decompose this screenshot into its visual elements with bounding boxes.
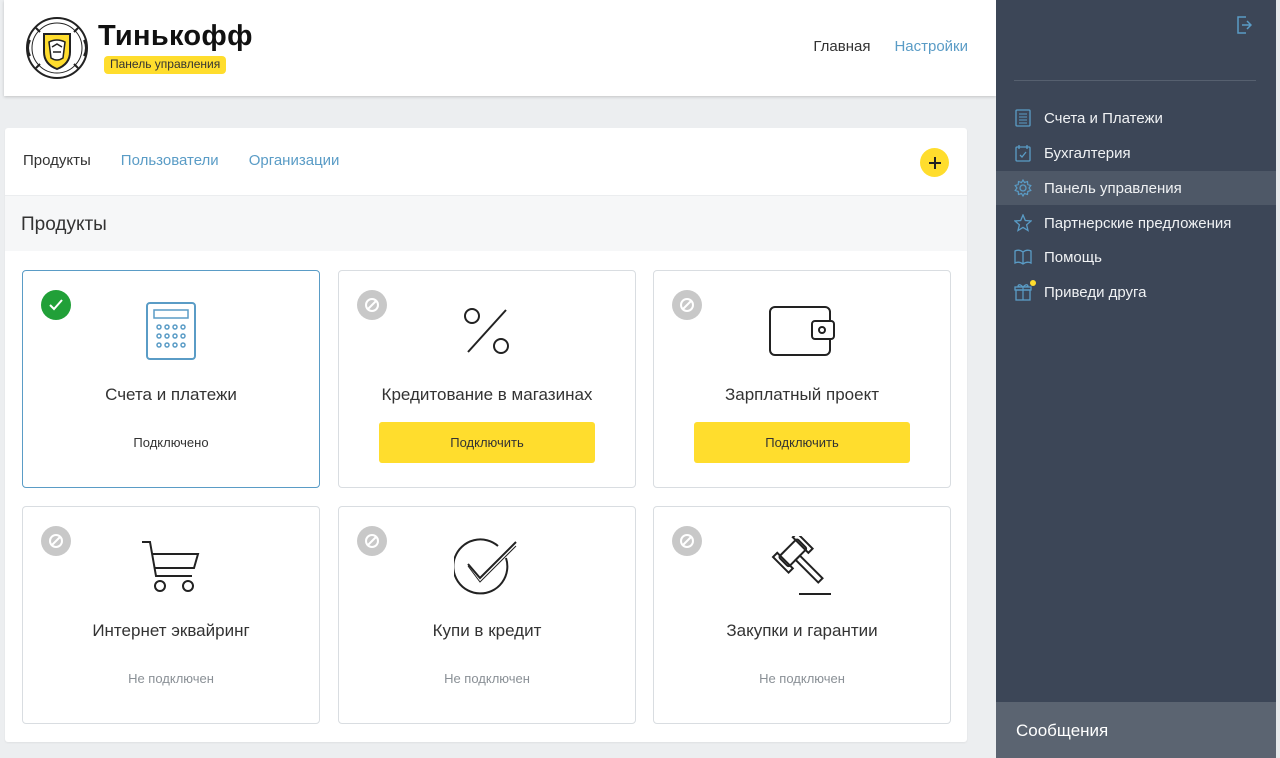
check-icon xyxy=(41,290,71,320)
products-panel: Продукты Пользователи Организации Продук… xyxy=(5,128,967,742)
notification-dot xyxy=(1030,280,1036,286)
disabled-icon xyxy=(41,526,71,556)
sidebar-item-label: Бухгалтерия xyxy=(1044,144,1131,162)
messages-panel[interactable]: Сообщения xyxy=(996,702,1276,758)
product-card-acquiring[interactable]: Интернет эквайринг Не подключен xyxy=(22,506,320,724)
card-status: Не подключен xyxy=(444,671,530,686)
sidebar: Счета и Платежи Бухгалтерия Панель управ… xyxy=(996,0,1276,758)
plus-icon xyxy=(928,156,941,169)
section-title: Продукты xyxy=(21,214,107,235)
sidebar-item-accounts[interactable]: Счета и Платежи xyxy=(996,101,1276,135)
nav-settings[interactable]: Настройки xyxy=(894,38,968,55)
card-title: Интернет эквайринг xyxy=(92,621,250,640)
disabled-icon xyxy=(357,290,387,320)
product-card-salary[interactable]: Зарплатный проект Подключить xyxy=(653,270,951,488)
sidebar-item-partner-offers[interactable]: Партнерские предложения xyxy=(996,206,1276,240)
product-card-store-credit[interactable]: Кредитование в магазинах Подключить xyxy=(338,270,636,488)
percent-icon xyxy=(452,299,522,363)
product-card-accounts[interactable]: Счета и платежи Подключено xyxy=(22,270,320,488)
star-icon xyxy=(1014,214,1032,232)
card-status: Не подключен xyxy=(759,671,845,686)
tabs: Продукты Пользователи Организации xyxy=(23,152,339,169)
sidebar-item-label: Панель управления xyxy=(1044,179,1182,197)
card-title: Кредитование в магазинах xyxy=(381,385,593,404)
accounts-icon xyxy=(1014,109,1032,127)
card-title: Зарплатный проект xyxy=(725,385,879,404)
nav-home[interactable]: Главная xyxy=(813,38,870,55)
sidebar-divider xyxy=(1014,80,1256,81)
add-button[interactable] xyxy=(920,148,949,177)
tab-products[interactable]: Продукты xyxy=(23,152,91,169)
gear-icon xyxy=(1014,179,1032,197)
tinkoff-logo[interactable] xyxy=(22,14,92,82)
disabled-icon xyxy=(672,290,702,320)
disabled-icon xyxy=(672,526,702,556)
tab-organizations[interactable]: Организации xyxy=(249,152,340,169)
product-card-procurement[interactable]: Закупки и гарантии Не подключен xyxy=(653,506,951,724)
calendar-check-icon xyxy=(1014,144,1032,162)
tab-users[interactable]: Пользователи xyxy=(121,152,219,169)
sidebar-item-accounting[interactable]: Бухгалтерия xyxy=(996,136,1276,170)
connect-button[interactable]: Подключить xyxy=(694,422,910,463)
card-title: Купи в кредит xyxy=(432,621,542,640)
wallet-icon xyxy=(767,299,837,363)
brand-badge: Панель управления xyxy=(104,56,227,74)
section-header: Продукты xyxy=(5,195,967,251)
window-edge xyxy=(1276,0,1280,758)
sidebar-item-control-panel[interactable]: Панель управления xyxy=(996,171,1276,205)
calculator-icon xyxy=(136,299,206,363)
sidebar-item-refer-friend[interactable]: Приведи друга xyxy=(996,275,1276,309)
book-icon xyxy=(1014,248,1032,266)
card-title: Закупки и гарантии xyxy=(726,621,878,640)
check-circle-icon xyxy=(452,535,522,599)
card-status: Не подключен xyxy=(128,671,214,686)
connect-button[interactable]: Подключить xyxy=(379,422,595,463)
disabled-icon xyxy=(357,526,387,556)
sidebar-item-label: Счета и Платежи xyxy=(1044,109,1163,127)
sidebar-item-help[interactable]: Помощь xyxy=(996,240,1276,274)
header: Тинькофф Панель управления Главная Настр… xyxy=(4,0,996,96)
top-nav: Главная Настройки xyxy=(813,38,968,55)
brand-name: Тинькофф xyxy=(98,20,253,52)
sidebar-item-label: Приведи друга xyxy=(1044,283,1147,301)
product-card-buy-on-credit[interactable]: Купи в кредит Не подключен xyxy=(338,506,636,724)
cart-icon xyxy=(136,535,206,599)
card-title: Счета и платежи xyxy=(105,385,237,404)
gift-icon xyxy=(1014,280,1036,301)
card-status: Подключено xyxy=(133,435,209,450)
gavel-icon xyxy=(767,535,837,599)
logout-icon[interactable] xyxy=(1236,16,1253,34)
sidebar-item-label: Помощь xyxy=(1044,248,1102,266)
sidebar-item-label: Партнерские предложения xyxy=(1044,214,1232,232)
